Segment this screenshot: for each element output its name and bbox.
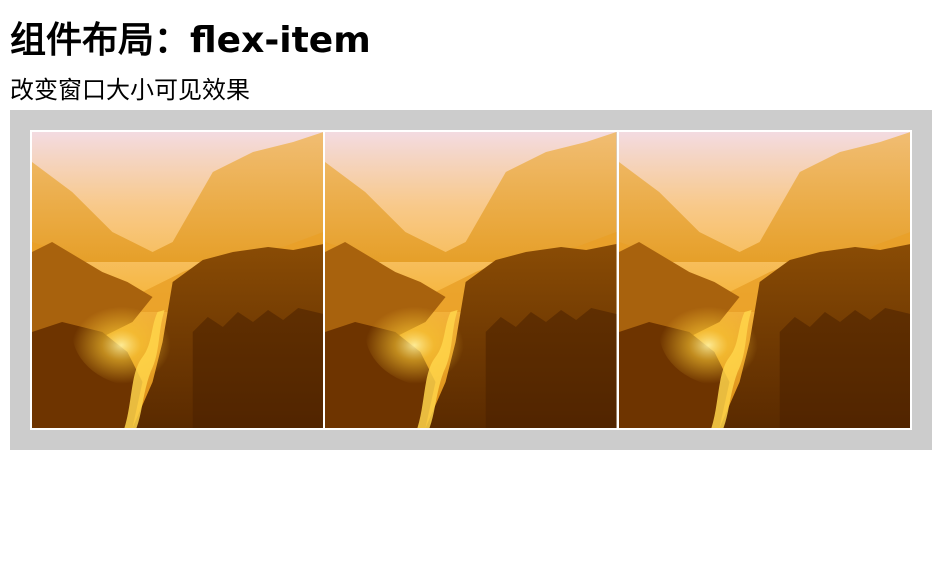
page-subtitle: 改变窗口大小可见效果 <box>10 76 250 104</box>
golden-forest-valley-image <box>618 132 910 428</box>
page-title: 组件布局：flex-item <box>10 20 371 61</box>
flex-item-1 <box>30 130 326 430</box>
golden-forest-valley-image <box>325 132 617 428</box>
flex-item-3 <box>616 130 912 430</box>
flex-items-row <box>30 130 912 430</box>
golden-forest-valley-image <box>32 132 324 428</box>
flex-item-2 <box>323 130 619 430</box>
flex-container <box>10 110 932 450</box>
